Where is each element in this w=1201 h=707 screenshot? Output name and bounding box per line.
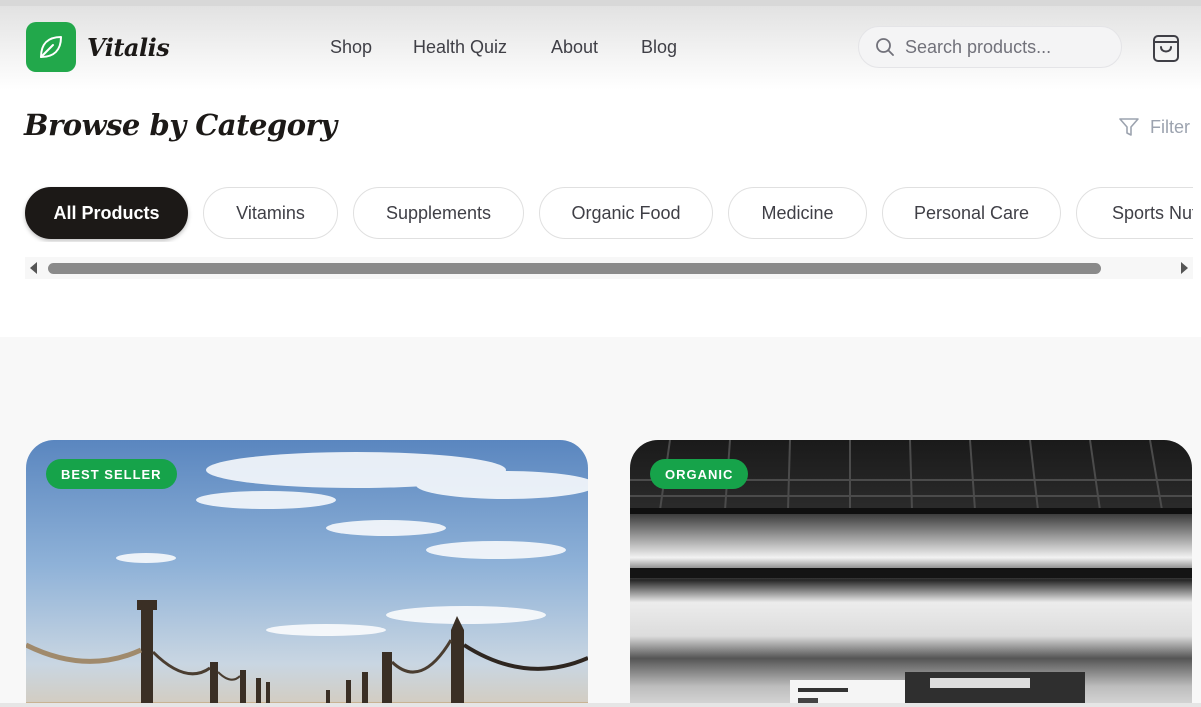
search-input[interactable] (905, 35, 1105, 59)
search-icon (876, 38, 894, 56)
category-chips: All Products Vitamins Supplements Organi… (0, 186, 1193, 242)
category-scrollbar[interactable] (25, 257, 1193, 279)
filter-button[interactable]: Filter (1118, 116, 1190, 138)
product-card[interactable]: ORGANIC (630, 440, 1192, 707)
chip-sports-nutrition[interactable]: Sports Nutrition (1076, 187, 1193, 239)
product-card[interactable]: BEST SELLER (26, 440, 588, 707)
nav-health-quiz[interactable]: Health Quiz (413, 37, 507, 58)
search-bar (858, 26, 1122, 68)
nav-about[interactable]: About (551, 37, 598, 58)
product-badge: BEST SELLER (46, 459, 177, 489)
chip-personal-care[interactable]: Personal Care (882, 187, 1061, 239)
chip-organic-food[interactable]: Organic Food (539, 187, 713, 239)
page-title: Browse by Category (24, 108, 337, 142)
brand-name[interactable]: Vitalis (87, 33, 170, 62)
funnel-icon (1119, 118, 1139, 136)
leaf-icon (40, 36, 62, 58)
chip-medicine[interactable]: Medicine (728, 187, 867, 239)
shopping-bag-icon (1153, 35, 1179, 62)
chip-all-products[interactable]: All Products (25, 187, 188, 239)
nav-blog[interactable]: Blog (641, 37, 677, 58)
cart-button[interactable] (1152, 33, 1180, 68)
scroll-right-arrow-icon[interactable] (1181, 262, 1188, 274)
logo[interactable] (26, 22, 76, 72)
products-section: BEST SELLER ORGANIC (0, 337, 1201, 707)
chip-vitamins[interactable]: Vitamins (203, 187, 338, 239)
nav-shop[interactable]: Shop (330, 37, 372, 58)
filter-label: Filter (1150, 116, 1190, 137)
chip-supplements[interactable]: Supplements (353, 187, 524, 239)
scrollbar-thumb[interactable] (48, 263, 1101, 274)
product-badge: ORGANIC (650, 459, 749, 489)
site-header: Vitalis Shop Health Quiz About Blog (0, 6, 1201, 90)
scroll-left-arrow-icon[interactable] (30, 262, 37, 274)
viewport-bottom-edge (0, 703, 1201, 707)
